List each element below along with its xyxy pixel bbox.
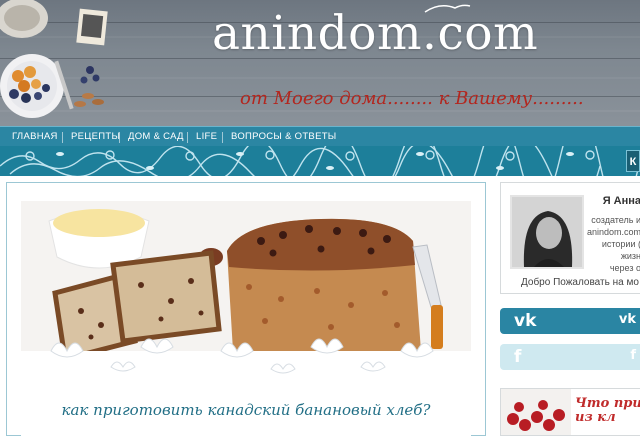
facebook-share-button[interactable]: f f — [500, 344, 640, 370]
still-life-illustration — [0, 0, 108, 118]
nav-item-home[interactable]: ГЛАВНАЯ — [12, 131, 58, 142]
facebook-icon: f — [514, 347, 522, 367]
about-text-line: истории ( — [601, 239, 640, 249]
site-header: anindom.com от Моего дома........ к Ваше… — [0, 0, 640, 126]
author-photo — [512, 197, 582, 267]
sidebar: Я Анна создатель и anindom.com истории (… — [500, 182, 640, 436]
about-text-line: жизн — [620, 251, 640, 261]
nav-separator — [222, 132, 223, 143]
nav-item-recipes[interactable]: РЕЦЕПТЫ — [71, 131, 120, 142]
promo-title: Что при из кл — [575, 397, 640, 425]
vk-icon: vk — [618, 312, 636, 327]
nav-item-life[interactable]: LIFE — [196, 131, 217, 142]
welcome-text: Добро Пожаловать на мо — [521, 277, 639, 288]
about-text-line: создатель и — [591, 215, 640, 225]
banner-button[interactable]: К — [626, 150, 640, 172]
swirl-pattern — [0, 146, 640, 176]
vk-icon: vk — [514, 311, 537, 331]
author-name: Я Анна — [602, 195, 640, 207]
about-widget: Я Анна создатель и anindom.com истории (… — [500, 182, 640, 294]
nav-separator — [187, 132, 188, 143]
about-text-line: через о — [609, 263, 640, 273]
vk-share-button[interactable]: vk vk — [500, 308, 640, 334]
promo-widget[interactable]: Что при из кл — [500, 388, 640, 436]
cranberries-photo — [501, 389, 571, 435]
site-title[interactable]: anindom.com — [212, 6, 538, 61]
site-tagline: от Моего дома........ к Вашему......... — [240, 88, 584, 109]
featured-post-image[interactable]: как приготовить канадский банановый хлеб… — [21, 201, 471, 437]
nav-item-home-garden[interactable]: ДОМ & САД — [128, 131, 184, 142]
featured-post-title[interactable]: как приготовить канадский банановый хлеб… — [21, 401, 471, 419]
promo-title-line: из кл — [575, 410, 616, 425]
author-avatar[interactable] — [510, 195, 584, 269]
featured-post: как приготовить канадский банановый хлеб… — [6, 182, 486, 437]
main-navigation: ГЛАВНАЯ РЕЦЕПТЫ ДОМ & САД LIFE ВОПРОСЫ &… — [0, 126, 640, 146]
facebook-icon: f — [630, 348, 636, 363]
bird-ornament-icon — [424, 4, 471, 13]
promo-title-line: Что при — [575, 396, 640, 411]
nav-item-faq[interactable]: ВОПРОСЫ & ОТВЕТЫ — [231, 131, 337, 142]
decorative-banner: К — [0, 146, 640, 176]
nav-separator — [62, 132, 63, 143]
nav-separator — [119, 132, 120, 143]
about-text-line: anindom.com — [587, 227, 640, 237]
